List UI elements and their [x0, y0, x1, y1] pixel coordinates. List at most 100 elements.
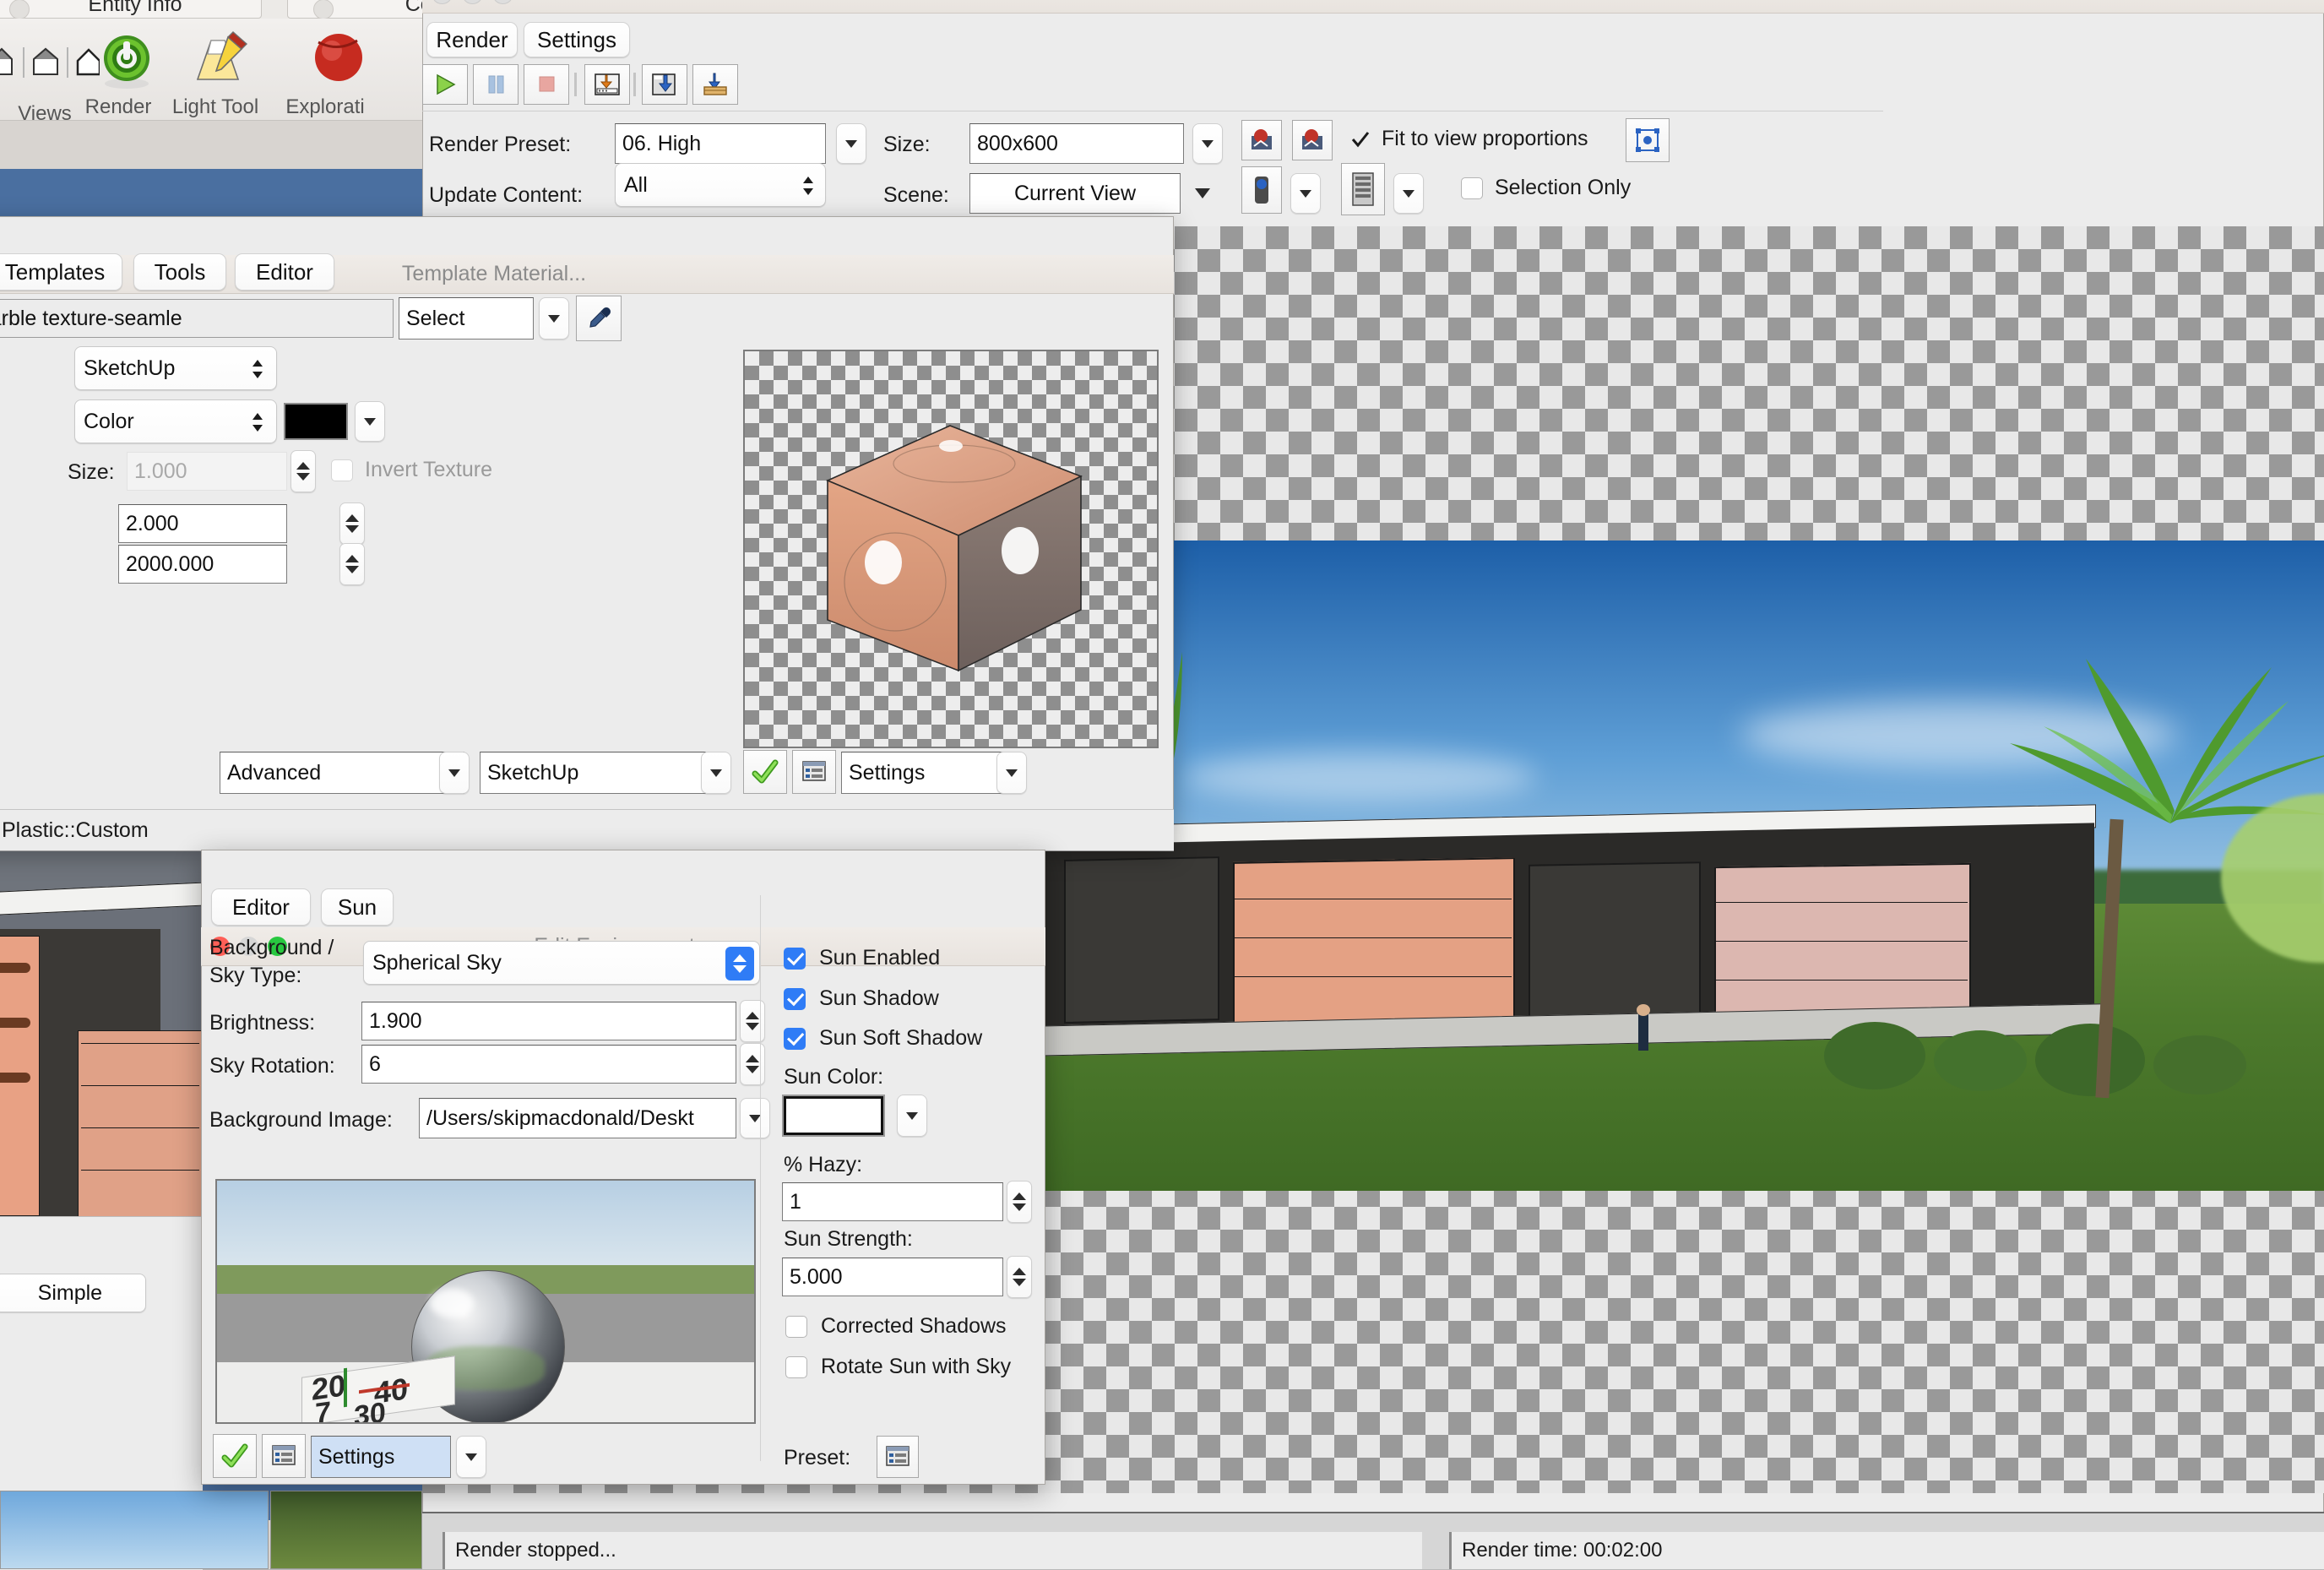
selection-only-row[interactable]: Selection Only	[1461, 176, 1631, 200]
archive-button[interactable]	[692, 64, 738, 105]
environment-preview[interactable]: 20 40 7 30	[215, 1179, 756, 1424]
sun-color-dropdown[interactable]	[897, 1095, 927, 1137]
sun-strength-stepper[interactable]	[1007, 1256, 1032, 1298]
tab-editor[interactable]: Editor	[235, 253, 334, 291]
fit-to-view-checkbox[interactable]	[1349, 128, 1371, 150]
material-settings-dropdown[interactable]	[996, 752, 1027, 794]
tab-render[interactable]: Render	[426, 22, 518, 57]
light-tool[interactable]: Light Tool	[160, 30, 270, 119]
tab-env-sun[interactable]: Sun	[321, 888, 394, 926]
color-source-dropdown[interactable]: SketchUp	[74, 346, 277, 390]
ior-input[interactable]: 2.000	[118, 504, 287, 543]
update-content-dropdown[interactable]: All	[615, 163, 826, 207]
tab-env-editor[interactable]: Editor	[211, 888, 311, 926]
material-target-dropdown[interactable]	[701, 752, 731, 794]
preset-button[interactable]	[877, 1436, 919, 1478]
material-mode-dropdown[interactable]	[439, 752, 470, 794]
sun-strength-input[interactable]: 5.000	[782, 1258, 1003, 1296]
corrected-shadows-checkbox[interactable]	[785, 1315, 807, 1338]
material-name-input[interactable]: 47_slab granite marble texture-seamle	[0, 299, 394, 338]
fit-to-view-row[interactable]: Fit to view proportions	[1349, 127, 1588, 151]
save-image-icon	[595, 73, 620, 95]
fit-to-view-label: Fit to view proportions	[1382, 127, 1588, 150]
render-tool[interactable]: Render	[68, 30, 169, 119]
save-image-button[interactable]	[584, 64, 630, 105]
eyedropper-button[interactable]	[576, 296, 622, 341]
sky-type-dropdown[interactable]: Spherical Sky	[363, 941, 760, 985]
material-settings-input[interactable]: Settings	[841, 752, 1003, 794]
scene-dropdown[interactable]	[1187, 173, 1218, 214]
environment-apply-button[interactable]	[213, 1434, 257, 1478]
invert-texture-checkbox[interactable]	[331, 459, 353, 481]
thumbnail-foliage[interactable]	[270, 1491, 422, 1569]
tab-tools-label: Tools	[154, 258, 206, 285]
rotate-sun-row[interactable]: Rotate Sun with Sky	[785, 1355, 1011, 1379]
corrected-shadows-row[interactable]: Corrected Shadows	[785, 1314, 1007, 1339]
size-preset-b-button[interactable]	[1292, 120, 1333, 160]
sky-rotation-input[interactable]: 6	[361, 1045, 736, 1084]
bump-color-dropdown[interactable]	[355, 401, 385, 442]
sun-shadow-checkbox[interactable]	[784, 987, 806, 1010]
rotate-sun-checkbox[interactable]	[785, 1355, 807, 1378]
sky-type-stepper[interactable]	[725, 947, 754, 981]
ior-stepper[interactable]	[339, 503, 365, 545]
material-mode-input[interactable]: Advanced	[220, 752, 464, 794]
tab-settings[interactable]: Settings	[524, 22, 630, 57]
disclosure-circle-icon-2[interactable]	[313, 0, 334, 19]
play-render-button[interactable]	[422, 64, 468, 105]
bump-color-swatch[interactable]	[284, 403, 348, 440]
shininess-stepper[interactable]	[339, 543, 365, 585]
environment-list-button[interactable]	[262, 1434, 306, 1478]
sun-shadow-row[interactable]: Sun Shadow	[784, 986, 939, 1011]
invert-texture-row[interactable]: Invert Texture	[331, 458, 492, 482]
render-preset-input[interactable]: 06. High	[615, 123, 826, 164]
scene-input[interactable]: Current View	[969, 173, 1181, 214]
material-preview[interactable]	[743, 350, 1159, 748]
disclosure-circle-icon[interactable]	[9, 0, 30, 19]
sky-rotation-stepper[interactable]	[740, 1043, 765, 1085]
fit-region-button[interactable]	[1626, 118, 1670, 162]
bump-source-dropdown[interactable]: Color	[74, 399, 277, 443]
sun-color-swatch[interactable]	[782, 1095, 885, 1137]
material-select-dropdown[interactable]	[539, 297, 569, 340]
stop-render-button[interactable]	[524, 64, 569, 105]
bump-size-stepper[interactable]	[290, 450, 316, 492]
light-tool-icon	[196, 31, 248, 80]
environment-settings-input[interactable]: Settings	[311, 1436, 451, 1478]
environment-settings-dropdown[interactable]	[456, 1436, 486, 1478]
brightness-stepper[interactable]	[740, 1000, 765, 1042]
sun-enabled-checkbox[interactable]	[784, 947, 806, 970]
hazy-input[interactable]: 1	[782, 1182, 1003, 1221]
sun-soft-shadow-checkbox[interactable]	[784, 1027, 806, 1050]
render-preset-dropdown[interactable]	[836, 123, 866, 164]
size-dropdown[interactable]	[1192, 123, 1223, 164]
camera-scene-button[interactable]	[1241, 166, 1282, 214]
selection-only-checkbox[interactable]	[1461, 177, 1483, 199]
thumbnail-sky[interactable]	[0, 1491, 269, 1569]
material-select-input[interactable]: Select	[399, 297, 534, 340]
background-image-dropdown[interactable]	[740, 1098, 770, 1138]
exploration-tool[interactable]: Explorati	[262, 30, 388, 119]
hazy-stepper[interactable]	[1007, 1181, 1032, 1223]
brightness-input[interactable]: 1.900	[361, 1002, 736, 1040]
sun-enabled-row[interactable]: Sun Enabled	[784, 946, 940, 970]
material-type-dropdown[interactable]: Simple	[0, 1274, 146, 1312]
background-image-input[interactable]: /Users/skipmacdonald/Deskt	[419, 1098, 736, 1138]
render-window-titlebar[interactable]: Render...	[422, 0, 2324, 14]
camera-scene-dropdown[interactable]	[1290, 173, 1321, 214]
material-settings-list-button[interactable]	[792, 750, 836, 794]
shininess-input[interactable]: 2000.000	[118, 545, 287, 584]
bump-size-input[interactable]: 1.000	[127, 452, 287, 491]
scene-list-button[interactable]	[1341, 163, 1385, 215]
material-apply-button[interactable]	[743, 750, 787, 794]
size-input[interactable]: 800x600	[969, 123, 1184, 164]
scene-list-dropdown[interactable]	[1393, 173, 1424, 214]
pause-render-button[interactable]	[473, 64, 519, 105]
tab-tools[interactable]: Tools	[133, 253, 226, 291]
sun-soft-shadow-row[interactable]: Sun Soft Shadow	[784, 1026, 982, 1051]
material-target-input[interactable]: SketchUp	[480, 752, 706, 794]
panel-tab-entity-info[interactable]: Entity Info	[0, 0, 262, 19]
tab-templates[interactable]: Templates	[0, 253, 122, 291]
save-channels-button[interactable]	[642, 64, 687, 105]
size-preset-a-button[interactable]	[1241, 120, 1282, 160]
